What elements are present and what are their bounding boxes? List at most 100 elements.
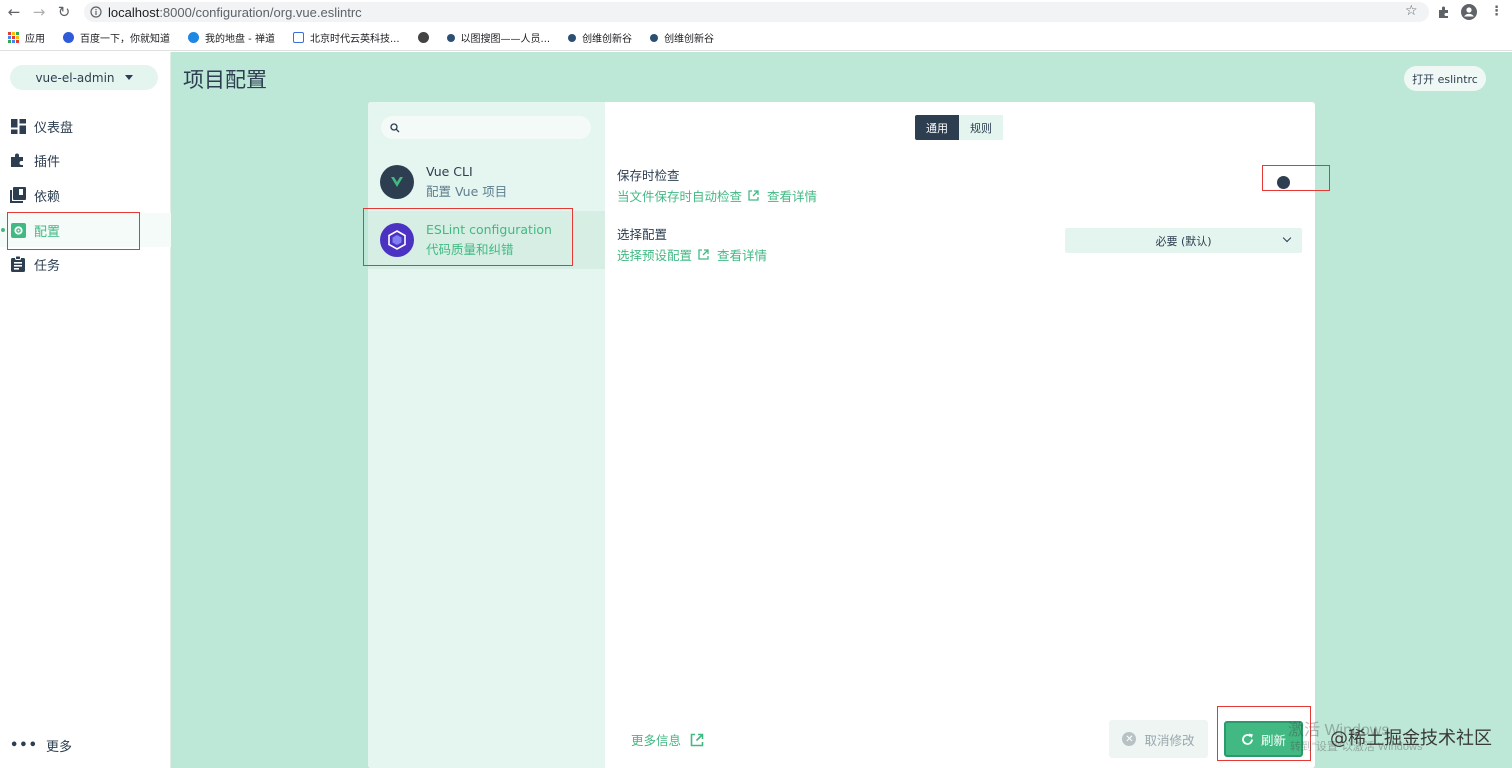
bookmark-label: 百度一下，你就知道 xyxy=(80,34,170,45)
field-config: 选择配置 选择预设配置 查看详情 xyxy=(617,224,767,264)
bookmark-web[interactable] xyxy=(417,32,429,43)
settings-icon xyxy=(10,222,26,238)
plugin-item-vue-cli[interactable]: Vue CLI 配置 Vue 项目 xyxy=(368,153,605,211)
more-info-label: 更多信息 xyxy=(631,733,682,748)
star-icon[interactable]: ☆ xyxy=(1405,3,1418,19)
refresh-icon xyxy=(1242,733,1253,745)
plugin-list: Vue CLI 配置 Vue 项目 ESLint configuration 代… xyxy=(368,102,605,768)
globe-icon xyxy=(188,32,199,43)
active-indicator xyxy=(1,228,5,232)
bookmark-baidu[interactable]: 百度一下，你就知道 xyxy=(63,30,170,45)
bookmark-label: 创维创新谷 xyxy=(582,34,633,45)
bookmark-label: 以图搜图——人员... xyxy=(460,34,551,45)
details-link[interactable]: 查看详情 xyxy=(717,245,767,264)
cancel-label: 取消修改 xyxy=(1144,732,1195,748)
page-title: 项目配置 xyxy=(183,68,267,92)
bookmark-company[interactable]: 北京时代云英科技... xyxy=(292,30,400,45)
bookmark-image-search[interactable]: 以图搜图——人员... xyxy=(446,30,551,45)
field-description: 选择预设配置 xyxy=(617,248,693,263)
bookmark-apps[interactable]: 应用 xyxy=(8,30,45,45)
baidu-icon xyxy=(63,32,74,43)
sidebar-item-dependencies[interactable]: 依赖 xyxy=(0,178,171,212)
sidebar-item-configuration[interactable]: 配置 xyxy=(0,213,171,247)
project-name: vue-el-admin xyxy=(35,70,115,85)
external-link-icon[interactable] xyxy=(698,249,709,260)
plugin-name: Vue CLI xyxy=(426,164,473,179)
tab-general[interactable]: 通用 xyxy=(915,115,959,140)
close-circle-icon: ✕ xyxy=(1122,732,1137,746)
config-panel: Vue CLI 配置 Vue 项目 ESLint configuration 代… xyxy=(368,102,1315,768)
external-link-icon xyxy=(690,733,704,746)
bookmark-label: 北京时代云英科技... xyxy=(309,34,400,45)
bookmark-label: 我的地盘 - 禅道 xyxy=(205,34,275,45)
sidebar-item-label: 插件 xyxy=(34,154,61,170)
url-text: localhost:8000/configuration/org.vue.esl… xyxy=(108,5,362,20)
apps-grid-icon xyxy=(8,32,19,43)
bookmark-label: 创维创新谷 xyxy=(664,34,715,45)
project-selector[interactable]: vue-el-admin xyxy=(10,65,158,90)
menu-icon[interactable]: ⋮ xyxy=(1490,4,1503,19)
profile-icon[interactable] xyxy=(1461,4,1477,20)
bookmark-site-icon xyxy=(568,33,577,42)
reload-icon[interactable]: ↻ xyxy=(53,1,75,23)
back-icon[interactable]: ← xyxy=(3,1,25,23)
info-icon xyxy=(90,6,102,18)
search-icon xyxy=(390,122,400,132)
tab-bar: 通用 规则 xyxy=(915,115,1003,140)
bookmarks-bar: 应用 百度一下，你就知道 我的地盘 - 禅道 北京时代云英科技... 以图搜图—… xyxy=(0,25,1512,51)
tab-rules[interactable]: 规则 xyxy=(959,115,1003,140)
more-info-link[interactable]: 更多信息 xyxy=(631,730,704,749)
sidebar: vue-el-admin 仪表盘 插件 依赖 配置 任务 ••• 更多 xyxy=(0,52,171,768)
refresh-label: 刷新 xyxy=(1260,732,1286,748)
plugin-name: ESLint configuration xyxy=(426,222,552,237)
search-input[interactable] xyxy=(381,116,591,139)
eslint-logo-icon xyxy=(380,223,414,257)
lint-on-save-toggle[interactable] xyxy=(1276,174,1302,190)
sidebar-item-tasks[interactable]: 任务 xyxy=(0,247,171,281)
address-bar[interactable]: localhost:8000/configuration/org.vue.esl… xyxy=(84,2,1429,22)
plugin-item-eslint[interactable]: ESLint configuration 代码质量和纠错 xyxy=(368,211,605,269)
open-eslintrc-button[interactable]: 打开 eslintrc xyxy=(1404,66,1486,91)
external-link-icon[interactable] xyxy=(748,190,759,201)
field-description: 当文件保存时自动检查 xyxy=(617,189,743,204)
puzzle-icon xyxy=(10,152,26,168)
main-area: 项目配置 打开 eslintrc Vue CLI 配置 Vue 项目 ESLin… xyxy=(171,52,1512,768)
forward-icon[interactable]: → xyxy=(28,1,50,23)
url-path: :8000/configuration/org.vue.eslintrc xyxy=(159,4,362,20)
company-icon xyxy=(292,32,304,43)
sidebar-more[interactable]: ••• 更多 xyxy=(10,736,72,755)
sidebar-item-label: 依赖 xyxy=(34,189,61,205)
bookmark-zentao[interactable]: 我的地盘 - 禅道 xyxy=(188,30,275,45)
web-icon xyxy=(417,32,429,43)
config-select[interactable]: 必要 (默认) xyxy=(1065,228,1302,253)
field-label: 选择配置 xyxy=(617,227,668,242)
plugin-desc: 配置 Vue 项目 xyxy=(426,184,508,199)
bookmark-site-icon xyxy=(446,33,455,42)
cancel-button[interactable]: ✕ 取消修改 xyxy=(1109,720,1208,758)
bookmark-site-icon xyxy=(650,33,659,42)
toggle-knob xyxy=(1277,176,1290,189)
details-link[interactable]: 查看详情 xyxy=(767,186,817,205)
extensions-icon[interactable] xyxy=(1437,5,1451,19)
select-value: 必要 (默认) xyxy=(1155,234,1212,248)
sidebar-more-label: 更多 xyxy=(45,740,72,755)
chevron-down-icon xyxy=(1282,233,1292,243)
sidebar-item-dashboard[interactable]: 仪表盘 xyxy=(0,109,171,143)
sidebar-item-plugins[interactable]: 插件 xyxy=(0,143,171,177)
field-lint-on-save: 保存时检查 当文件保存时自动检查 查看详情 xyxy=(617,165,817,205)
sidebar-item-label: 任务 xyxy=(34,258,61,274)
vue-logo-icon xyxy=(380,165,414,199)
assignment-icon xyxy=(10,256,26,272)
site-watermark: @稀土掘金技术社区 xyxy=(1330,728,1492,749)
config-content: 通用 规则 保存时检查 当文件保存时自动检查 查看详情 选择配置 选择预设配置 xyxy=(605,102,1315,768)
more-horiz-icon: ••• xyxy=(10,738,38,753)
sidebar-item-label: 仪表盘 xyxy=(34,120,74,136)
caret-down-icon xyxy=(124,75,133,80)
plugin-desc: 代码质量和纠错 xyxy=(426,242,514,257)
bookmark-label: 应用 xyxy=(25,34,45,45)
field-label: 保存时检查 xyxy=(617,168,680,183)
library-icon xyxy=(10,187,26,203)
bookmark-chuangwei-2[interactable]: 创维创新谷 xyxy=(650,30,714,45)
bookmark-chuangwei-1[interactable]: 创维创新谷 xyxy=(568,30,632,45)
browser-toolbar: ← → ↻ localhost:8000/configuration/org.v… xyxy=(0,0,1512,25)
